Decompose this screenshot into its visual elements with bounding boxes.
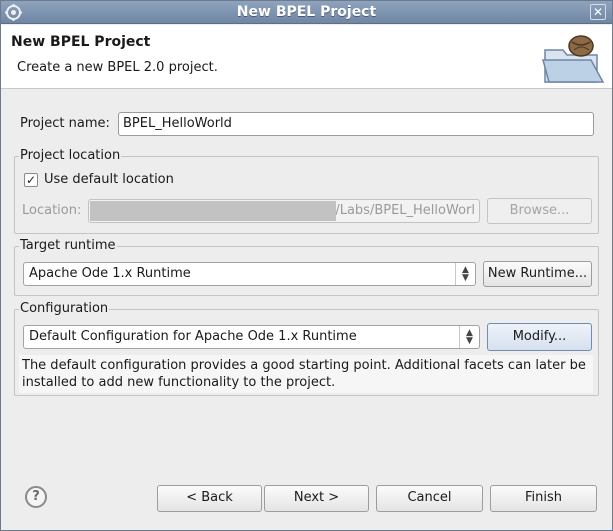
use-default-location-label[interactable]: Use default location — [44, 172, 174, 187]
wizard-header: New BPEL Project Create a new BPEL 2.0 p… — [1, 25, 612, 89]
combo-arrows-icon[interactable]: ▲ ▼ — [455, 263, 475, 285]
browse-button: Browse... — [487, 198, 592, 224]
target-runtime-value: Apache Ode 1.x Runtime — [29, 266, 191, 281]
wizard-description: Create a new BPEL 2.0 project. — [17, 60, 218, 75]
finish-button[interactable]: Finish — [490, 485, 597, 512]
dialog-window: New BPEL Project ✕ New BPEL Project Crea… — [0, 0, 613, 531]
title-bar[interactable]: New BPEL Project ✕ — [1, 1, 612, 24]
configuration-select[interactable]: Default Configuration for Apache Ode 1.x… — [23, 325, 480, 349]
help-icon[interactable]: ? — [25, 486, 47, 508]
configuration-value: Default Configuration for Apache Ode 1.x… — [29, 329, 357, 344]
close-button[interactable]: ✕ — [590, 4, 606, 20]
location-value: /Labs/BPEL_HelloWorl — [335, 203, 475, 218]
use-default-location-checkbox[interactable]: ✓ — [24, 173, 38, 187]
target-runtime-select[interactable]: Apache Ode 1.x Runtime ▲ ▼ — [23, 262, 476, 286]
new-runtime-button[interactable]: New Runtime... — [483, 261, 592, 287]
window-title: New BPEL Project — [236, 4, 377, 20]
target-runtime-group-label: Target runtime — [19, 238, 117, 253]
back-button[interactable]: < Back — [157, 485, 262, 512]
open-folder-with-bean-icon — [542, 35, 605, 83]
project-location-group-label: Project location — [19, 148, 122, 163]
modify-button[interactable]: Modify... — [487, 323, 592, 351]
configuration-description: The default configuration provides a goo… — [19, 355, 593, 393]
redacted-path — [90, 201, 336, 221]
combo-arrows-icon[interactable]: ▲ ▼ — [459, 326, 479, 348]
location-label: Location: — [22, 203, 82, 218]
cancel-button[interactable]: Cancel — [376, 485, 483, 512]
project-name-label: Project name: — [20, 116, 110, 131]
configuration-group-label: Configuration — [19, 301, 110, 316]
close-icon: ✕ — [592, 5, 604, 19]
project-name-input[interactable]: BPEL_HelloWorld — [118, 112, 594, 136]
next-button[interactable]: Next > — [264, 485, 369, 512]
wizard-title: New BPEL Project — [11, 34, 151, 50]
